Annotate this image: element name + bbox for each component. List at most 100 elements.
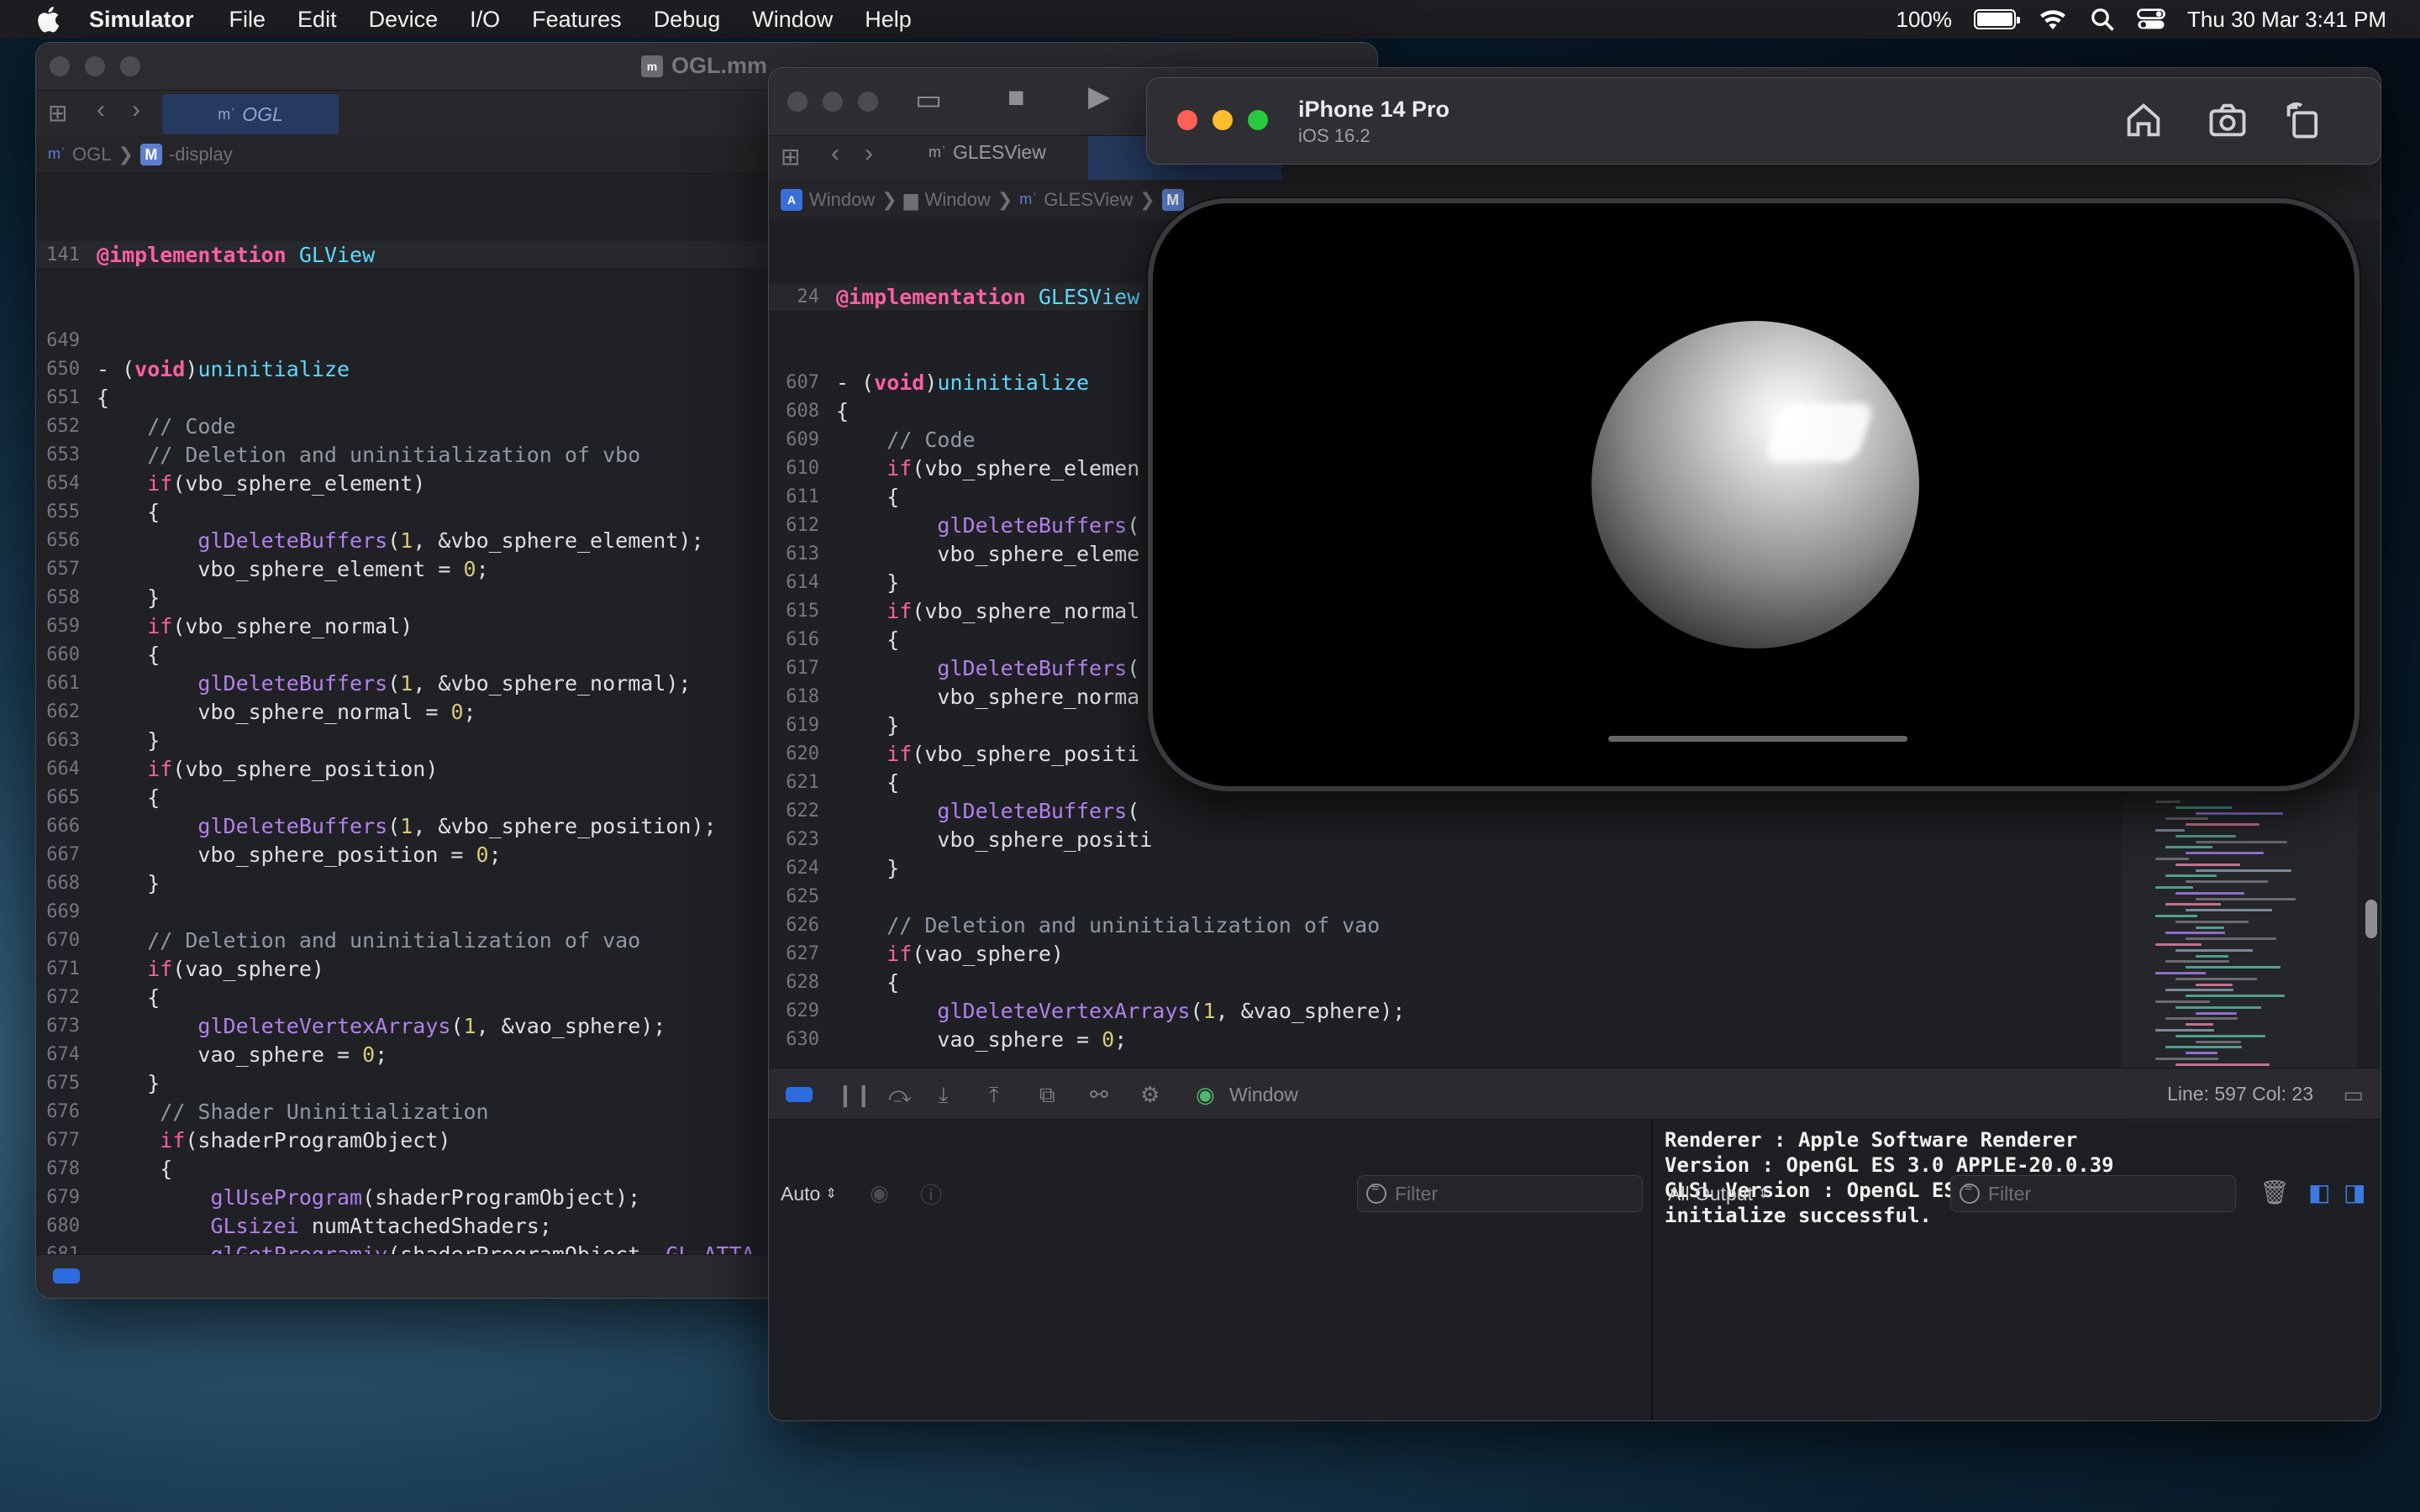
forward-icon[interactable]: › bbox=[865, 139, 873, 168]
breakpoints-toggle-icon[interactable] bbox=[786, 1087, 813, 1102]
search-icon[interactable] bbox=[2090, 7, 2115, 32]
code-line[interactable]: 624 } bbox=[769, 854, 2113, 883]
rotate-icon[interactable] bbox=[2281, 98, 2325, 142]
folder-icon: ▆ bbox=[903, 188, 918, 210]
trash-icon[interactable]: 🗑 bbox=[2260, 1179, 2290, 1206]
menu-device[interactable]: Device bbox=[369, 7, 439, 33]
stop-icon[interactable]: ■ bbox=[1007, 81, 1025, 114]
console-filter-field[interactable]: Filter bbox=[1950, 1175, 2236, 1212]
line-number: 612 bbox=[786, 515, 819, 536]
menu-features[interactable]: Features bbox=[532, 7, 622, 33]
menu-help[interactable]: Help bbox=[865, 7, 912, 33]
close-button[interactable] bbox=[787, 92, 808, 112]
breadcrumb-file[interactable]: GLESView bbox=[1044, 189, 1133, 211]
variables-scope-popup[interactable]: Auto ⇕ bbox=[781, 1177, 837, 1210]
variables-view[interactable] bbox=[769, 1121, 1653, 1420]
info-icon[interactable]: ⓘ bbox=[920, 1179, 942, 1210]
eye-icon[interactable]: ◉ bbox=[870, 1180, 889, 1206]
output-scope-popup[interactable]: All Output ⇕ bbox=[1668, 1177, 1769, 1210]
code-line[interactable]: 626 // Deletion and uninitialization of … bbox=[769, 911, 2113, 940]
menu-window[interactable]: Window bbox=[752, 7, 833, 33]
grid-icon[interactable]: ⊞ bbox=[781, 143, 800, 171]
chevron-right-icon: ❯ bbox=[118, 143, 134, 165]
minimize-button[interactable] bbox=[1213, 110, 1233, 130]
breadcrumb-method[interactable]: -display bbox=[169, 144, 233, 165]
pause-icon[interactable]: ❙❙ bbox=[836, 1082, 873, 1108]
code-line[interactable]: 630 vao_sphere = 0; bbox=[769, 1026, 2113, 1054]
chevron-right-icon: ❯ bbox=[881, 188, 897, 210]
line-number: 613 bbox=[786, 543, 819, 564]
environment-icon[interactable]: ⚙ bbox=[1140, 1082, 1160, 1108]
minimap-line bbox=[2155, 1029, 2214, 1032]
code-text: // Deletion and uninitialization of vao bbox=[886, 913, 1381, 937]
view-hierarchy-icon[interactable]: ⧉ bbox=[1039, 1082, 1055, 1109]
minimize-button[interactable] bbox=[823, 92, 843, 112]
zoom-button[interactable] bbox=[1248, 110, 1268, 130]
home-icon[interactable] bbox=[2122, 98, 2165, 142]
code-line[interactable]: 622 glDeleteBuffers( bbox=[769, 797, 2113, 826]
line-number: 658 bbox=[46, 587, 80, 608]
console-view[interactable]: Renderer : Apple Software Renderer Versi… bbox=[1655, 1121, 2381, 1420]
scrollbar[interactable] bbox=[2365, 900, 2377, 938]
code-text: vbo_sphere_positi bbox=[836, 827, 1153, 852]
breadcrumb-project[interactable]: Window bbox=[809, 189, 875, 211]
minimap-line bbox=[2155, 972, 2206, 974]
show-variables-icon[interactable]: ◧ bbox=[2308, 1179, 2330, 1206]
forward-icon[interactable]: › bbox=[132, 96, 140, 124]
minimap-line bbox=[2186, 1023, 2213, 1026]
zoom-button[interactable] bbox=[120, 56, 140, 76]
line-number: 659 bbox=[46, 616, 80, 637]
battery-icon[interactable] bbox=[1974, 9, 2020, 29]
back-icon[interactable]: ‹ bbox=[97, 96, 105, 124]
code-line[interactable]: 629 glDeleteVertexArrays(1, &vao_sphere)… bbox=[769, 997, 2113, 1026]
back-icon[interactable]: ‹ bbox=[831, 139, 839, 168]
show-console-icon[interactable]: ◨ bbox=[2344, 1179, 2365, 1206]
clock[interactable]: Thu 30 Mar 3:41 PM bbox=[2187, 7, 2386, 33]
menu-app-name[interactable]: Simulator bbox=[89, 7, 194, 33]
code-line[interactable]: 628 { bbox=[769, 969, 2113, 997]
code-line[interactable]: 623 vbo_sphere_positi bbox=[769, 826, 2113, 854]
tab-ogl[interactable]: mˈ OGL bbox=[162, 94, 339, 134]
control-center-icon[interactable] bbox=[2137, 7, 2165, 32]
menu-file[interactable]: File bbox=[229, 7, 266, 33]
sidebar-toggle-icon[interactable]: ▭ bbox=[915, 83, 942, 117]
memory-graph-icon[interactable]: ⚯ bbox=[1090, 1082, 1108, 1108]
zoom-button[interactable] bbox=[858, 92, 878, 112]
home-indicator[interactable] bbox=[1608, 736, 1907, 742]
device-screen[interactable] bbox=[1148, 198, 2360, 791]
tab-glesview[interactable]: mˈ GLESView bbox=[929, 141, 1046, 164]
code-line[interactable]: 627 if(vao_sphere) bbox=[769, 940, 2113, 969]
close-button[interactable] bbox=[50, 56, 70, 76]
menu-io[interactable]: I/O bbox=[470, 7, 500, 33]
line-number: 611 bbox=[786, 486, 819, 507]
breadcrumb-group[interactable]: Window bbox=[925, 189, 991, 211]
menu-debug[interactable]: Debug bbox=[654, 7, 721, 33]
step-over-icon[interactable]: ⤼ bbox=[888, 1082, 912, 1109]
wifi-icon[interactable] bbox=[2038, 7, 2068, 32]
filter-icon bbox=[1366, 1180, 1386, 1204]
code-text: glDeleteBuffers( bbox=[937, 799, 1140, 823]
debug-target-label[interactable]: Window bbox=[1229, 1084, 1298, 1106]
line-number: 615 bbox=[786, 601, 819, 622]
minimap-line bbox=[2155, 829, 2185, 832]
hide-debug-area-icon[interactable]: ▭ bbox=[2343, 1082, 2364, 1108]
battery-level bbox=[1977, 13, 2012, 26]
variables-filter-field[interactable]: Filter bbox=[1357, 1175, 1643, 1212]
step-into-icon[interactable]: ⤓ bbox=[939, 1082, 949, 1109]
screenshot-icon[interactable] bbox=[2206, 98, 2249, 142]
line-number: 627 bbox=[786, 943, 819, 964]
minimap-line bbox=[2175, 977, 2257, 980]
close-button[interactable] bbox=[1177, 110, 1197, 130]
step-out-icon[interactable]: ⤒ bbox=[989, 1082, 999, 1109]
minimize-button[interactable] bbox=[85, 56, 105, 76]
breakpoint-toggle-icon[interactable] bbox=[53, 1268, 80, 1284]
code-line[interactable]: 625 bbox=[769, 883, 2113, 911]
menu-edit[interactable]: Edit bbox=[297, 7, 337, 33]
run-icon[interactable]: ▶ bbox=[1088, 80, 1110, 113]
breadcrumb-file[interactable]: OGL bbox=[72, 144, 111, 165]
apple-icon[interactable] bbox=[34, 3, 66, 35]
window-controls bbox=[1177, 110, 1268, 130]
line-number: 678 bbox=[46, 1158, 80, 1179]
line-number: 614 bbox=[786, 572, 819, 593]
grid-icon[interactable]: ⊞ bbox=[48, 99, 67, 127]
